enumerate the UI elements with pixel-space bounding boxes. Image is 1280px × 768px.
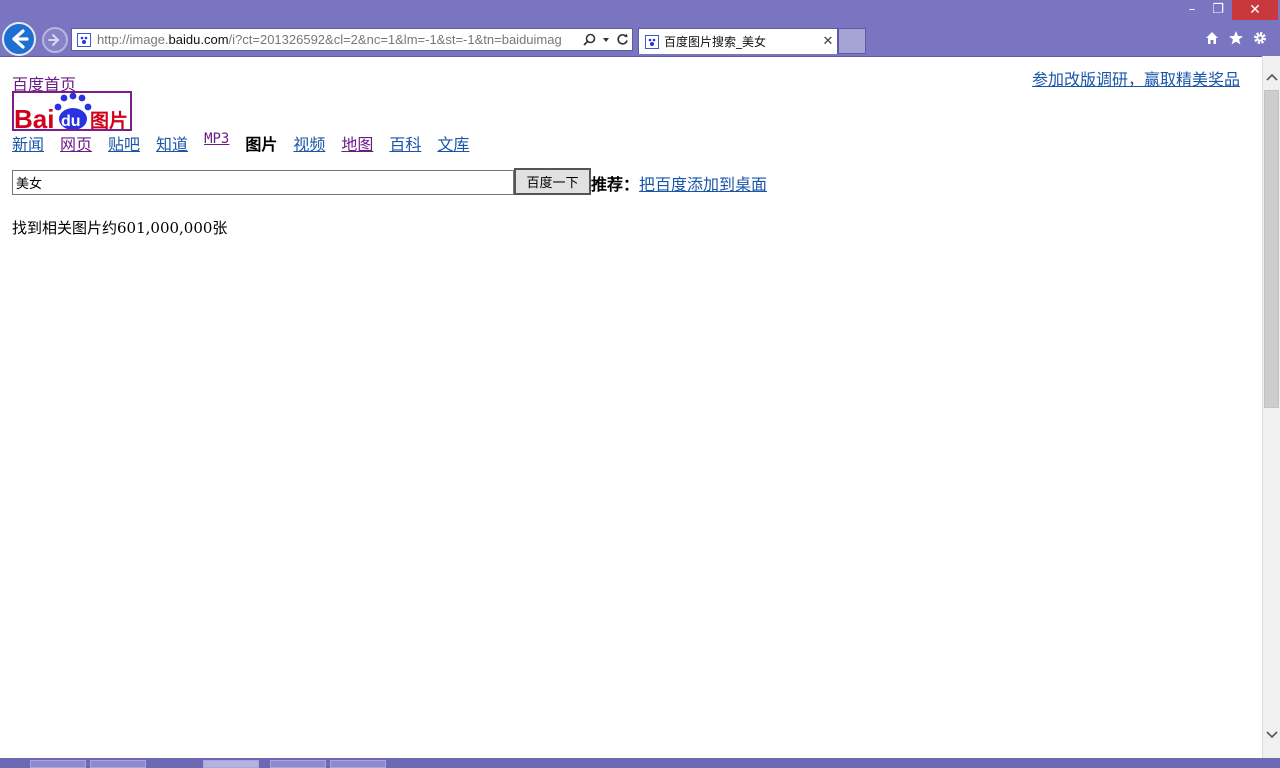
- arrow-left-icon: [12, 29, 29, 49]
- baidu-image-logo[interactable]: Bai du 图片: [12, 91, 132, 131]
- nav-mp3-link[interactable]: MP3: [204, 131, 229, 155]
- svg-text:du: du: [61, 113, 81, 130]
- search-form: 百度一下 推荐： 把百度添加到桌面: [12, 168, 767, 195]
- nav-web-link[interactable]: 网页: [60, 131, 92, 155]
- taskbar-item[interactable]: [30, 760, 86, 768]
- restore-button[interactable]: ❐: [1204, 0, 1232, 20]
- tab-active[interactable]: 百度图片搜索_美女 ✕: [638, 28, 838, 54]
- search-input[interactable]: [12, 170, 514, 195]
- scroll-up-icon[interactable]: [1263, 68, 1280, 86]
- recommend-label: 推荐：: [591, 174, 640, 194]
- scrollbar-thumb[interactable]: [1264, 90, 1279, 408]
- favorites-star-icon[interactable]: [1228, 30, 1244, 46]
- arrow-right-icon: [48, 34, 60, 46]
- refresh-icon[interactable]: [616, 33, 629, 46]
- gear-icon[interactable]: [1252, 30, 1268, 46]
- svg-text:图片: 图片: [90, 109, 128, 131]
- taskbar-item[interactable]: [330, 760, 386, 768]
- baidu-paw-logo-icon: Bai du 图片: [14, 93, 128, 131]
- baidu-favicon-icon: [77, 32, 91, 47]
- address-url[interactable]: http://image.baidu.com/i?ct=201326592&cl…: [97, 32, 579, 47]
- address-bar[interactable]: http://image.baidu.com/i?ct=201326592&cl…: [71, 28, 633, 51]
- search-button[interactable]: 百度一下: [514, 168, 591, 195]
- svg-text:Bai: Bai: [14, 104, 54, 131]
- nav-tieba-link[interactable]: 贴吧: [108, 131, 140, 155]
- close-window-button[interactable]: ✕: [1232, 0, 1278, 20]
- nav-baike-link[interactable]: 百科: [389, 131, 421, 155]
- tab-title: 百度图片搜索_美女: [664, 35, 767, 49]
- taskbar: [0, 758, 1280, 768]
- category-nav: 新闻 网页 贴吧 知道 MP3 图片 视频 地图 百科 文库: [12, 131, 469, 155]
- back-button[interactable]: [2, 22, 36, 56]
- close-tab-icon[interactable]: ✕: [819, 34, 837, 49]
- scroll-down-icon[interactable]: [1263, 726, 1280, 744]
- taskbar-item[interactable]: [270, 760, 326, 768]
- nav-map-link[interactable]: 地图: [341, 131, 373, 155]
- nav-wenku-link[interactable]: 文库: [437, 131, 469, 155]
- search-icon[interactable]: [583, 33, 596, 46]
- home-icon[interactable]: [1204, 30, 1220, 46]
- nav-images-current: 图片: [245, 135, 278, 154]
- add-to-desktop-link[interactable]: 把百度添加到桌面: [639, 171, 767, 195]
- nav-zhidao-link[interactable]: 知道: [156, 131, 188, 155]
- result-count: 找到相关图片约601,000,000张: [12, 219, 228, 237]
- taskbar-item-active[interactable]: [203, 760, 259, 768]
- page-viewport: 百度首页 参加改版调研，赢取精美奖品 Bai du 图片 新闻 网页 贴吧 知道…: [0, 56, 1262, 758]
- nav-news-link[interactable]: 新闻: [12, 131, 44, 155]
- minimize-button[interactable]: –: [1178, 0, 1206, 20]
- taskbar-item[interactable]: [90, 760, 146, 768]
- survey-link[interactable]: 参加改版调研，赢取精美奖品: [1032, 66, 1240, 90]
- browser-titlebar: – ❐ ✕ http://image.baidu.com/i?ct=201326…: [0, 0, 1280, 56]
- chevron-down-icon[interactable]: [602, 36, 610, 44]
- nav-video-link[interactable]: 视频: [293, 131, 325, 155]
- baidu-favicon-icon: [645, 34, 659, 49]
- new-tab-button[interactable]: [838, 28, 866, 54]
- forward-button[interactable]: [42, 27, 68, 53]
- vertical-scrollbar[interactable]: [1262, 56, 1280, 758]
